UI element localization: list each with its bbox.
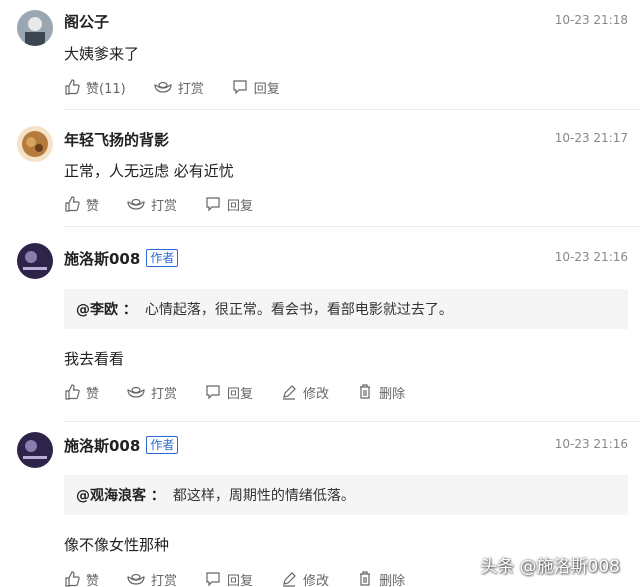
like-label: 赞 xyxy=(86,198,100,214)
reply-label: 回复 xyxy=(227,573,254,587)
comment-text: 正常，人无远虑 必有近忧 xyxy=(64,162,234,180)
comment-item: 年轻飞扬的背影 10-23 21:17 正常，人无远虑 必有近忧 赞 打赏 回复 xyxy=(0,110,640,227)
comment-text: 像不像女性那种 xyxy=(64,536,170,554)
ingot-icon xyxy=(127,386,145,398)
avatar[interactable] xyxy=(17,243,53,279)
ingot-icon xyxy=(127,198,145,210)
action-bar: 赞 打赏 回复 修改 删除 xyxy=(64,382,433,402)
username[interactable]: 施洛斯008 xyxy=(64,248,140,269)
quoted-reply: @李欧 ： 心情起落，很正常。看会书，看部电影就过去了。 xyxy=(64,289,628,329)
tip-label: 打赏 xyxy=(151,573,178,587)
timestamp: 10-23 21:18 xyxy=(554,13,628,27)
author-badge: 作者 xyxy=(146,249,179,267)
username-row: 施洛斯008 作者 xyxy=(64,434,179,456)
speech-bubble-icon xyxy=(233,80,247,95)
tip-button[interactable]: 打赏 xyxy=(127,383,177,402)
ingot-icon xyxy=(154,81,172,93)
username[interactable]: 阁公子 xyxy=(64,11,109,32)
thumbs-up-icon xyxy=(65,196,80,212)
quoted-text: 都这样，周期性的情绪低落。 xyxy=(172,488,355,504)
action-bar: 赞 打赏 回复 xyxy=(64,194,281,214)
like-button[interactable]: 赞 xyxy=(64,383,99,402)
speech-bubble-icon xyxy=(206,197,220,212)
quoted-user[interactable]: @观海浪客 ： xyxy=(76,485,165,505)
like-label: 赞 xyxy=(86,573,100,587)
thumbs-up-icon xyxy=(65,79,80,95)
like-label: 赞(11) xyxy=(86,81,126,97)
avatar[interactable] xyxy=(17,432,53,468)
timestamp: 10-23 21:17 xyxy=(554,131,628,145)
edit-label: 修改 xyxy=(303,573,330,587)
quoted-text: 心情起落，很正常。看会书，看部电影就过去了。 xyxy=(144,302,453,318)
username[interactable]: 施洛斯008 xyxy=(64,435,140,456)
edit-button[interactable]: 修改 xyxy=(281,570,329,587)
comment-item: 阁公子 10-23 21:18 大姨爹来了 赞(11) 打赏 回复 xyxy=(0,0,640,110)
like-button[interactable]: 赞 xyxy=(64,570,99,587)
reply-button[interactable]: 回复 xyxy=(205,195,253,214)
reply-label: 回复 xyxy=(253,81,280,97)
reply-label: 回复 xyxy=(227,386,254,402)
timestamp: 10-23 21:16 xyxy=(554,437,628,451)
thumbs-up-icon xyxy=(65,571,80,587)
delete-label: 删除 xyxy=(379,573,406,587)
trash-icon xyxy=(360,571,371,586)
reply-label: 回复 xyxy=(227,198,254,214)
delete-label: 删除 xyxy=(379,386,406,402)
username-row: 阁公子 xyxy=(64,10,109,32)
action-bar: 赞(11) 打赏 回复 xyxy=(64,77,308,97)
watermark: 头条 @施洛斯008 xyxy=(480,557,620,577)
thumbs-up-icon xyxy=(65,384,80,400)
username-row: 施洛斯008 作者 xyxy=(64,247,179,269)
tip-label: 打赏 xyxy=(151,386,178,402)
delete-button[interactable]: 删除 xyxy=(357,383,405,402)
ingot-icon xyxy=(127,573,145,585)
trash-icon xyxy=(360,384,371,399)
quoted-user[interactable]: @李欧 ： xyxy=(76,299,137,319)
timestamp: 10-23 21:16 xyxy=(554,250,628,264)
avatar[interactable] xyxy=(17,126,53,162)
comment-text: 大姨爹来了 xyxy=(64,45,140,63)
reply-button[interactable]: 回复 xyxy=(205,383,253,402)
edit-label: 修改 xyxy=(303,386,330,402)
comment-item: 施洛斯008 作者 10-23 21:16 @李欧 ： 心情起落，很正常。看会书… xyxy=(0,227,640,422)
reply-button[interactable]: 回复 xyxy=(205,570,253,587)
tip-label: 打赏 xyxy=(151,198,178,214)
like-button[interactable]: 赞(11) xyxy=(64,78,126,97)
edit-button[interactable]: 修改 xyxy=(281,383,329,402)
author-badge: 作者 xyxy=(146,436,179,454)
comment-text: 我去看看 xyxy=(64,350,125,368)
avatar[interactable] xyxy=(17,10,53,46)
tip-button[interactable]: 打赏 xyxy=(127,570,177,587)
reply-button[interactable]: 回复 xyxy=(232,78,280,97)
pencil-icon xyxy=(283,572,296,587)
speech-bubble-icon xyxy=(206,572,220,587)
pencil-icon xyxy=(283,385,296,400)
tip-button[interactable]: 打赏 xyxy=(127,195,177,214)
tip-label: 打赏 xyxy=(177,81,204,97)
tip-button[interactable]: 打赏 xyxy=(154,78,204,97)
username-row: 年轻飞扬的背影 xyxy=(64,128,169,150)
delete-button[interactable]: 删除 xyxy=(357,570,405,587)
action-bar: 赞 打赏 回复 修改 删除 xyxy=(64,569,433,587)
like-label: 赞 xyxy=(86,386,100,402)
like-button[interactable]: 赞 xyxy=(64,195,99,214)
quoted-reply: @观海浪客 ： 都这样，周期性的情绪低落。 xyxy=(64,475,628,515)
speech-bubble-icon xyxy=(206,385,220,400)
username[interactable]: 年轻飞扬的背影 xyxy=(64,129,169,150)
